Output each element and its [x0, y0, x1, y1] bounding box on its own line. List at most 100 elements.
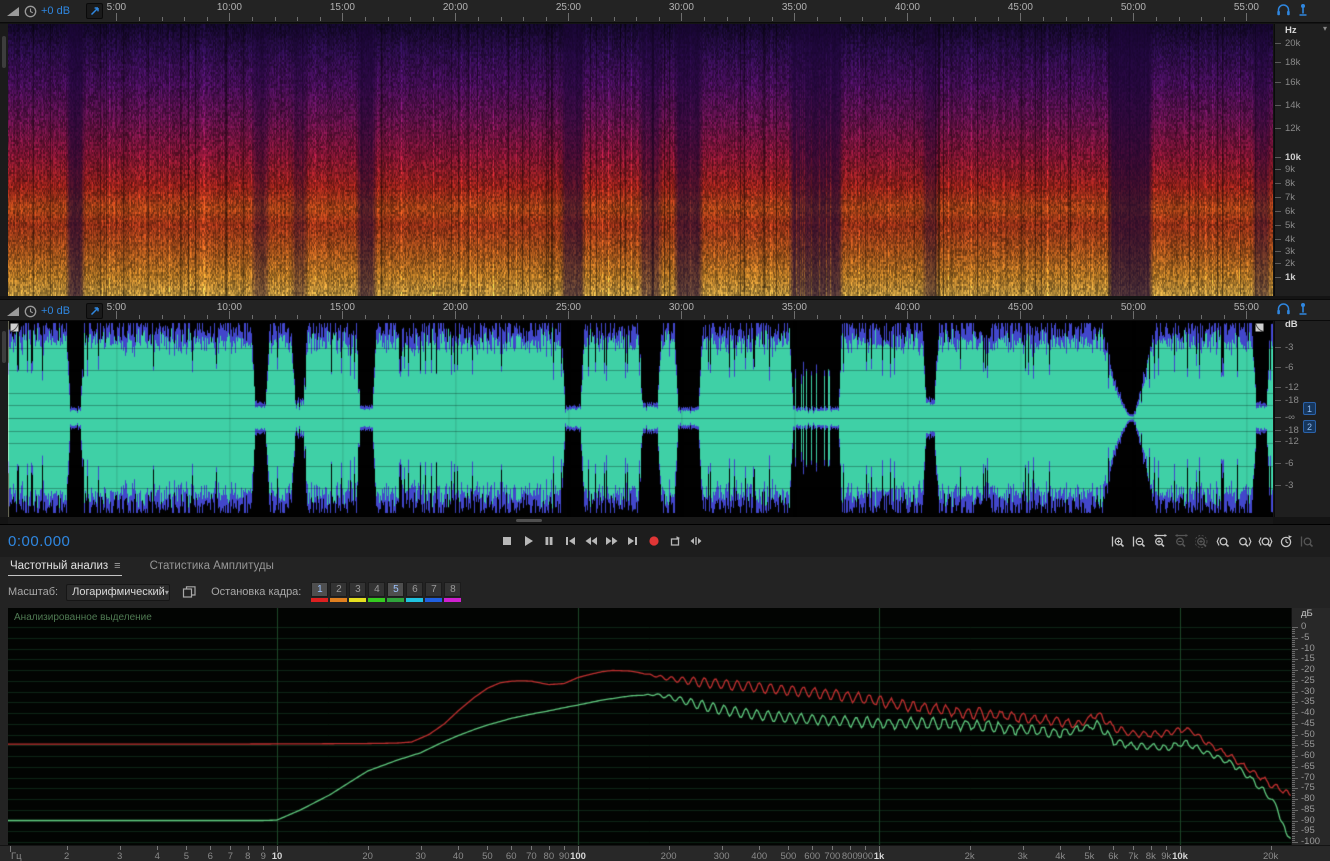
- zoom-in-time-button[interactable]: [1150, 530, 1171, 552]
- timeline-tick: [387, 17, 389, 21]
- hz-tick-label: 600: [804, 851, 821, 861]
- fade-out-handle[interactable]: [1255, 323, 1264, 332]
- channel-1-badge[interactable]: 1: [1303, 402, 1316, 415]
- db-tick: [1292, 758, 1295, 760]
- timeline-tick: [1133, 13, 1135, 21]
- move-playhead-button[interactable]: [685, 530, 706, 552]
- waveform-timeline-ruler[interactable]: +0 dB 5:00 10:00 15:00 20:00 25:00 30:00 35:00…: [0, 299, 1330, 321]
- hz-tick: [1060, 846, 1062, 850]
- hold-button-color: [368, 598, 386, 602]
- scale-dropdown[interactable]: Логарифмический ▾: [66, 583, 171, 601]
- timeline-tick: [975, 17, 977, 21]
- db-tick-label: -35: [1301, 696, 1315, 708]
- skip-to-end-button[interactable]: [622, 530, 643, 552]
- ruler-label: -6: [1285, 458, 1294, 469]
- hz-tick: [1270, 846, 1272, 850]
- fast-forward-button[interactable]: [601, 530, 622, 552]
- ruler-label: 3k: [1285, 246, 1296, 257]
- ruler-label: 5k: [1285, 220, 1296, 231]
- fade-in-handle[interactable]: [10, 323, 19, 332]
- db-tick: [1292, 670, 1298, 671]
- timeline-tick: [342, 13, 344, 21]
- tab-amplitude-statistics[interactable]: Статистика Амплитуды: [148, 557, 276, 575]
- time-display[interactable]: 0:00.000: [8, 533, 70, 550]
- record-button[interactable]: [643, 530, 664, 552]
- headphones-icon[interactable]: [1276, 3, 1291, 17]
- ruler-tick: [1275, 225, 1281, 226]
- pushpin-icon[interactable]: [1297, 302, 1309, 316]
- hold-button-6[interactable]: 6: [406, 582, 424, 602]
- zoom-full-button: [1297, 530, 1318, 552]
- spectrogram-frequency-ruler[interactable]: ▾ Hz 20k 18k 16k 14k 12k 10k 9k 8k 7k 6k 5k 4k 3k 2k 1k: [1274, 24, 1330, 296]
- pushpin-icon[interactable]: [1297, 3, 1309, 17]
- ruler-label: 6k: [1285, 206, 1296, 217]
- hz-tick-label: 500: [780, 851, 797, 861]
- chevron-down-icon[interactable]: ▾: [1323, 24, 1327, 33]
- timeline-tick: [297, 315, 299, 319]
- scrollbar-grip[interactable]: [516, 519, 542, 522]
- zoom-out-amplitude-button[interactable]: [1129, 530, 1150, 552]
- hz-tick: [1089, 846, 1091, 850]
- hold-button-3[interactable]: 3: [349, 582, 367, 602]
- zoom-in-right-selection-button[interactable]: [1234, 530, 1255, 552]
- hold-button-7[interactable]: 7: [425, 582, 443, 602]
- channel-2-badge[interactable]: 2: [1303, 420, 1316, 433]
- zoom-to-selection-button[interactable]: [1255, 530, 1276, 552]
- spectrogram-canvas[interactable]: [8, 24, 1273, 296]
- waveform-canvas[interactable]: [8, 321, 1273, 517]
- timeline-label: 5:00: [106, 302, 127, 313]
- db-tick: [1292, 700, 1295, 702]
- hold-button-8[interactable]: 8: [444, 582, 462, 602]
- db-tick: [1292, 768, 1295, 770]
- timeline-tick: [319, 315, 321, 319]
- db-tick: [1292, 790, 1295, 792]
- ruler-label: 4k: [1285, 234, 1296, 245]
- zoom-in-amplitude-button[interactable]: [1108, 530, 1129, 552]
- spectrogram-timeline-ruler[interactable]: +0 dB 5:00 10:00 15:00 20:00 25:00 30:00 35:00…: [0, 0, 1330, 23]
- panel-menu-icon[interactable]: ≡: [114, 560, 121, 572]
- timeline-tick: [252, 315, 253, 319]
- hold-button-color: [406, 598, 424, 602]
- spectrogram-db-gain[interactable]: +0 dB: [41, 5, 70, 17]
- timeline-tick: [568, 13, 570, 21]
- zoom-in-left-selection-button[interactable]: [1213, 530, 1234, 552]
- waveform-db-gain[interactable]: +0 dB: [41, 305, 70, 317]
- horizontal-scrollbar[interactable]: [8, 517, 1273, 524]
- levels-icon[interactable]: [6, 305, 20, 317]
- timeline-label: 5:00: [106, 2, 127, 13]
- timeline-label: 25:00: [555, 2, 581, 13]
- pin-button[interactable]: [86, 303, 104, 319]
- hz-tick-label: 9: [260, 851, 266, 861]
- timeline-label: 55:00: [1233, 302, 1259, 313]
- db-tick: [1292, 801, 1295, 803]
- tab-frequency-analysis[interactable]: Частотный анализ ≡: [8, 557, 122, 576]
- hold-button-1[interactable]: 1: [311, 582, 329, 602]
- levels-icon[interactable]: [6, 5, 20, 17]
- frequency-plot-hz-ruler: Гц 2 3 4 5 6 7 8 9 10 20 30 40 50 60 70 80 90 100 200 300 40…: [0, 845, 1330, 861]
- hold-button-2[interactable]: 2: [330, 582, 348, 602]
- spectrogram-left-splitter[interactable]: [0, 24, 8, 296]
- zoom-to-time-button[interactable]: [1276, 530, 1297, 552]
- clock-icon[interactable]: [24, 305, 37, 318]
- pin-button[interactable]: [86, 3, 104, 19]
- waveform-db-ruler[interactable]: dB -3 -6 -12 -18 -∞ -18 -12 -6 -3: [1274, 320, 1330, 517]
- timeline-tick: [794, 13, 796, 21]
- headphones-icon[interactable]: [1276, 302, 1291, 316]
- play-button[interactable]: [517, 530, 538, 552]
- db-tick-label: -75: [1301, 782, 1315, 794]
- rewind-button[interactable]: [580, 530, 601, 552]
- ruler-tick: [1275, 430, 1281, 431]
- hold-button-5[interactable]: 5: [387, 582, 405, 602]
- db-unit-label: дБ: [1301, 608, 1313, 619]
- loop-playback-button[interactable]: [664, 530, 685, 552]
- waveform-left-splitter[interactable]: [0, 321, 8, 517]
- stop-button[interactable]: [496, 530, 517, 552]
- db-tick: [1292, 779, 1295, 781]
- timeline-tick: [884, 315, 886, 319]
- hz-tick-label: 30: [415, 851, 426, 861]
- skip-to-start-button[interactable]: [559, 530, 580, 552]
- pause-button[interactable]: [538, 530, 559, 552]
- clock-icon[interactable]: [24, 5, 37, 18]
- hold-button-4[interactable]: 4: [368, 582, 386, 602]
- copy-graph-icon[interactable]: [182, 585, 197, 599]
